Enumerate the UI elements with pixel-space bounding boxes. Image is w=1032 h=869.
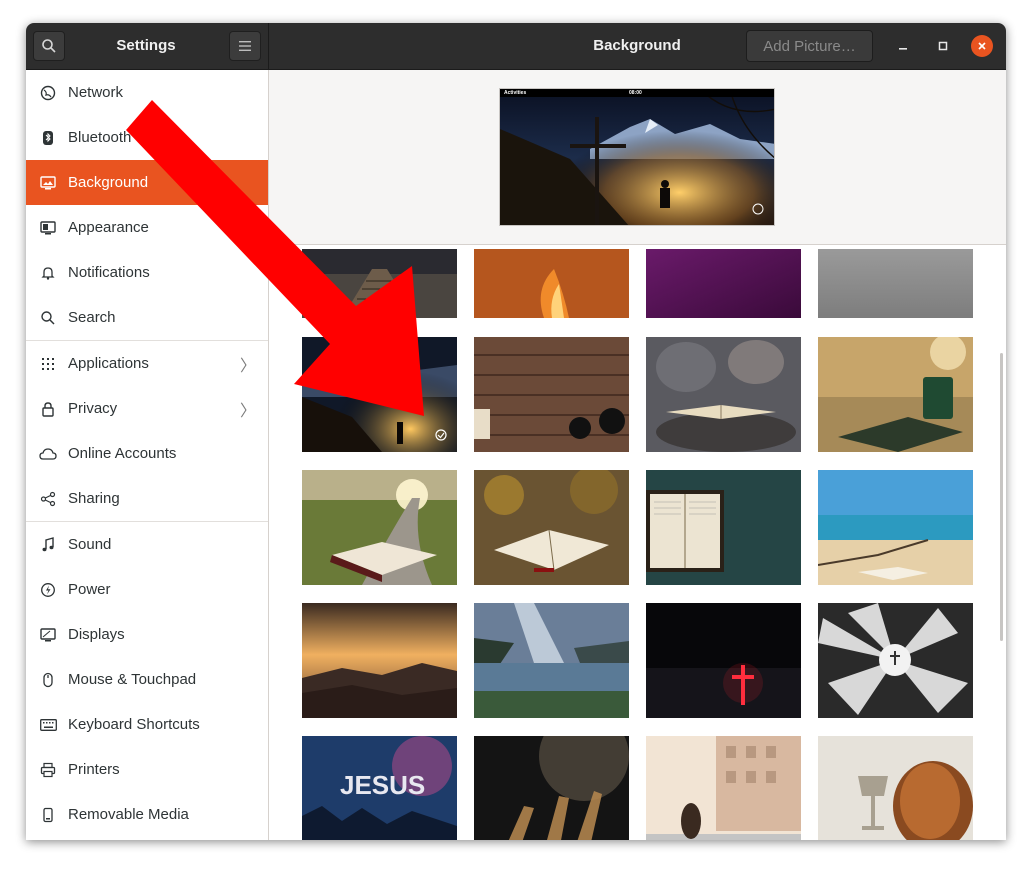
svg-text:JESUS: JESUS (340, 770, 425, 800)
wallpaper-thumbnail[interactable] (646, 337, 801, 452)
sidebar-item-displays[interactable]: Displays (26, 612, 268, 657)
sidebar-item-sharing[interactable]: Sharing (26, 476, 268, 521)
apps-grid-icon (39, 355, 57, 373)
wallpaper-thumbnail[interactable]: JESUS (302, 736, 457, 840)
search-icon (42, 39, 56, 53)
background-panel: Activities 08:00 JESUS (269, 70, 1006, 840)
power-icon (39, 581, 57, 599)
wallpaper-thumbnail[interactable] (302, 603, 457, 718)
maximize-icon (938, 41, 948, 51)
display-icon (39, 626, 57, 644)
wallpaper-thumbnail-selected[interactable] (302, 337, 457, 452)
wallpaper-thumbnail[interactable] (818, 337, 973, 452)
sidebar-item-removable-media[interactable]: Removable Media (26, 792, 268, 837)
sidebar-item-label: Notifications (68, 264, 150, 281)
close-button[interactable] (971, 35, 993, 57)
sidebar-item-label: Bluetooth (68, 129, 132, 146)
hamburger-icon (239, 41, 251, 51)
wallpaper-thumbnail[interactable] (474, 736, 629, 840)
wallpaper-thumbnail[interactable] (646, 603, 801, 718)
sidebar-item-label: Sound (68, 536, 112, 553)
close-icon (978, 42, 986, 50)
wallpaper-thumbnail[interactable] (818, 470, 973, 585)
music-note-icon (39, 536, 57, 554)
sidebar-item-bluetooth[interactable]: Bluetooth (26, 115, 268, 160)
sidebar-item-mouse-touchpad[interactable]: Mouse & Touchpad (26, 657, 268, 702)
minimize-icon (899, 48, 907, 50)
wallpaper-thumbnail[interactable] (474, 337, 629, 452)
menu-button[interactable] (229, 31, 261, 61)
preview-area: Activities 08:00 (269, 70, 1006, 245)
minimize-button[interactable] (893, 36, 913, 56)
wallpaper-thumbnail[interactable] (646, 470, 801, 585)
bell-icon (39, 264, 57, 282)
chevron-right-icon: 〉 (240, 402, 257, 420)
settings-window: Settings Background Add Picture… Network… (26, 23, 1006, 840)
sidebar-item-privacy[interactable]: Privacy 〉 (26, 386, 268, 431)
wallpaper-thumbnail[interactable] (474, 603, 629, 718)
background-icon (39, 174, 57, 192)
network-icon (39, 84, 57, 102)
sidebar-item-label: Power (68, 581, 111, 598)
sidebar-item-background[interactable]: Background (26, 160, 268, 205)
preview-image (500, 89, 774, 225)
sidebar-item-label: Appearance (68, 219, 149, 236)
search-icon (39, 309, 57, 327)
sidebar-item-label: Background (68, 174, 149, 191)
cloud-icon (39, 445, 57, 463)
sidebar-item-label: Mouse & Touchpad (68, 671, 197, 688)
sidebar-item-label: Applications (68, 355, 149, 372)
sidebar-item-keyboard-shortcuts[interactable]: Keyboard Shortcuts (26, 702, 268, 747)
sidebar-item-label: Privacy (68, 400, 118, 417)
sidebar-item-sound[interactable]: Sound (26, 522, 268, 567)
share-icon (39, 490, 57, 508)
wallpaper-thumbnail[interactable] (646, 249, 801, 318)
wallpaper-thumbnail[interactable] (818, 603, 973, 718)
sidebar-item-network[interactable]: Network (26, 70, 268, 115)
header-bar: Settings Background Add Picture… (26, 23, 1006, 70)
sidebar-header: Settings (26, 23, 269, 70)
lock-icon (39, 400, 57, 418)
sidebar-item-label: Network (68, 84, 124, 101)
wallpaper-thumbnail[interactable] (474, 249, 629, 318)
scrollbar[interactable] (1000, 353, 1003, 641)
wallpaper-thumbnail[interactable] (302, 470, 457, 585)
sidebar-item-search[interactable]: Search (26, 295, 268, 340)
maximize-button[interactable] (933, 36, 953, 56)
background-preview: Activities 08:00 (499, 88, 775, 226)
preview-clock: 08:00 (629, 90, 642, 96)
preview-topbar: Activities 08:00 (500, 89, 774, 97)
wallpaper-thumbnail[interactable] (646, 736, 801, 840)
sidebar-item-label: Displays (68, 626, 125, 643)
sidebar-item-printers[interactable]: Printers (26, 747, 268, 792)
appearance-icon (39, 219, 57, 237)
chevron-right-icon: 〉 (240, 357, 257, 375)
sidebar-item-label: Removable Media (68, 806, 189, 823)
preview-activities-label: Activities (504, 90, 527, 96)
wallpaper-thumbnail[interactable] (818, 736, 973, 840)
sidebar-item-appearance[interactable]: Appearance (26, 205, 268, 250)
sidebar-item-label: Keyboard Shortcuts (68, 716, 200, 733)
wallpaper-thumbnail[interactable] (818, 249, 973, 318)
printer-icon (39, 761, 57, 779)
sidebar-item-applications[interactable]: Applications 〉 (26, 341, 268, 386)
settings-title: Settings (116, 37, 176, 54)
sidebar: Network Bluetooth Background Appearance … (26, 70, 269, 840)
keyboard-icon (39, 716, 57, 734)
sidebar-item-label: Printers (68, 761, 120, 778)
sidebar-item-label: Search (68, 309, 116, 326)
mouse-icon (39, 671, 57, 689)
sidebar-item-online-accounts[interactable]: Online Accounts (26, 431, 268, 476)
sidebar-item-label: Sharing (68, 490, 120, 507)
sidebar-item-label: Online Accounts (68, 445, 177, 462)
search-button[interactable] (33, 31, 65, 61)
sidebar-item-power[interactable]: Power (26, 567, 268, 612)
usb-drive-icon (39, 806, 57, 824)
add-picture-button[interactable]: Add Picture… (746, 30, 873, 62)
wallpaper-thumbnail[interactable] (474, 470, 629, 585)
wallpaper-thumbnail[interactable] (302, 249, 457, 318)
sidebar-item-notifications[interactable]: Notifications (26, 250, 268, 295)
bluetooth-icon (39, 129, 57, 147)
